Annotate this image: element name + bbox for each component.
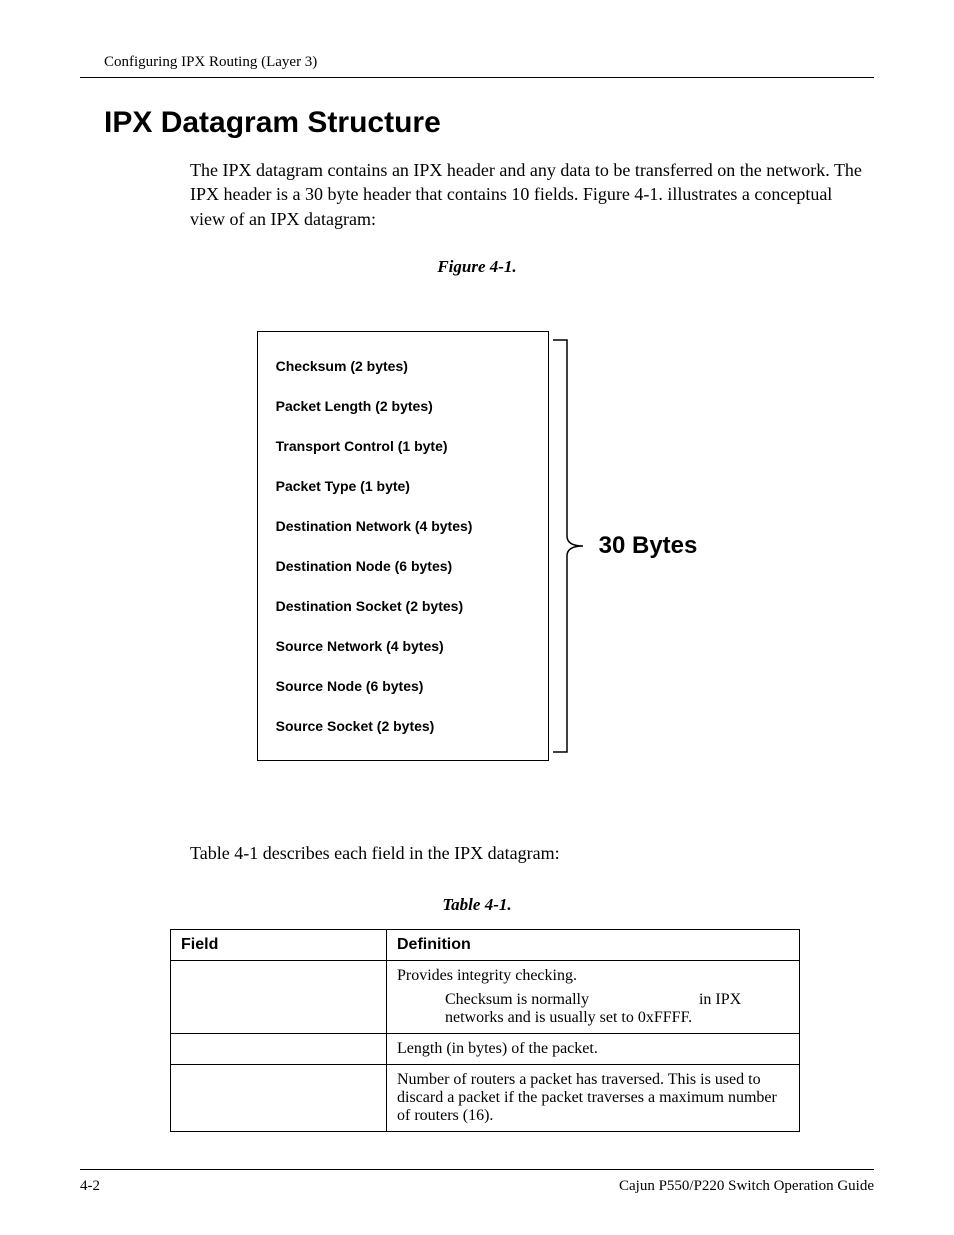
field-row: Source Network (4 bytes) [276, 626, 530, 666]
table-cell-field [171, 961, 387, 1034]
field-row: Source Socket (2 bytes) [276, 706, 530, 746]
def-note-a: Checksum is normally [445, 991, 589, 1008]
running-head: Configuring IPX Routing (Layer 3) [104, 54, 874, 71]
field-row: Destination Socket (2 bytes) [276, 586, 530, 626]
field-row: Packet Length (2 bytes) [276, 386, 530, 426]
footer-title: Cajun P550/P220 Switch Operation Guide [619, 1178, 874, 1195]
page: Configuring IPX Routing (Layer 3) IPX Da… [0, 0, 954, 1235]
field-row: Checksum (2 bytes) [276, 346, 530, 386]
table-cell-field [171, 1065, 387, 1132]
field-row: Packet Type (1 byte) [276, 466, 530, 506]
footer: 4-2 Cajun P550/P220 Switch Operation Gui… [80, 1161, 874, 1195]
table-cell-definition: Number of routers a packet has traversed… [387, 1065, 800, 1132]
table-row: Provides integrity checking. Checksum is… [171, 961, 800, 1034]
def-line: Provides integrity checking. [397, 967, 577, 984]
page-number: 4-2 [80, 1178, 100, 1195]
ipx-header-fields-box: Checksum (2 bytes) Packet Length (2 byte… [257, 331, 549, 761]
table-caption: Table 4-1. [80, 895, 874, 915]
figure-caption: Figure 4-1. [80, 257, 874, 277]
table-cell-definition: Length (in bytes) of the packet. [387, 1034, 800, 1065]
table-row: Length (in bytes) of the packet. [171, 1034, 800, 1065]
section-title: IPX Datagram Structure [104, 106, 874, 140]
footer-row: 4-2 Cajun P550/P220 Switch Operation Gui… [80, 1178, 874, 1195]
table-header-row: Field Definition [171, 930, 800, 961]
table-head-field: Field [171, 930, 387, 961]
figure: Checksum (2 bytes) Packet Length (2 byte… [80, 331, 874, 761]
field-row: Transport Control (1 byte) [276, 426, 530, 466]
table-head-definition: Definition [387, 930, 800, 961]
table-cell-field [171, 1034, 387, 1065]
intro-paragraph: The IPX datagram contains an IPX header … [190, 158, 864, 231]
field-row: Destination Node (6 bytes) [276, 546, 530, 586]
footer-rule [80, 1169, 874, 1170]
figure-inner: Checksum (2 bytes) Packet Length (2 byte… [257, 331, 698, 761]
field-row: Source Node (6 bytes) [276, 666, 530, 706]
def-note: Checksum is normallyin IPX networks and … [445, 991, 789, 1027]
table-intro: Table 4-1 describes each field in the IP… [190, 841, 864, 865]
field-definition-table: Field Definition Provides integrity chec… [170, 929, 800, 1132]
table-row: Number of routers a packet has traversed… [171, 1065, 800, 1132]
field-row: Destination Network (4 bytes) [276, 506, 530, 546]
brace-label: 30 Bytes [599, 532, 698, 560]
header-rule [80, 77, 874, 78]
brace-icon [549, 336, 589, 756]
table-cell-definition: Provides integrity checking. Checksum is… [387, 961, 800, 1034]
